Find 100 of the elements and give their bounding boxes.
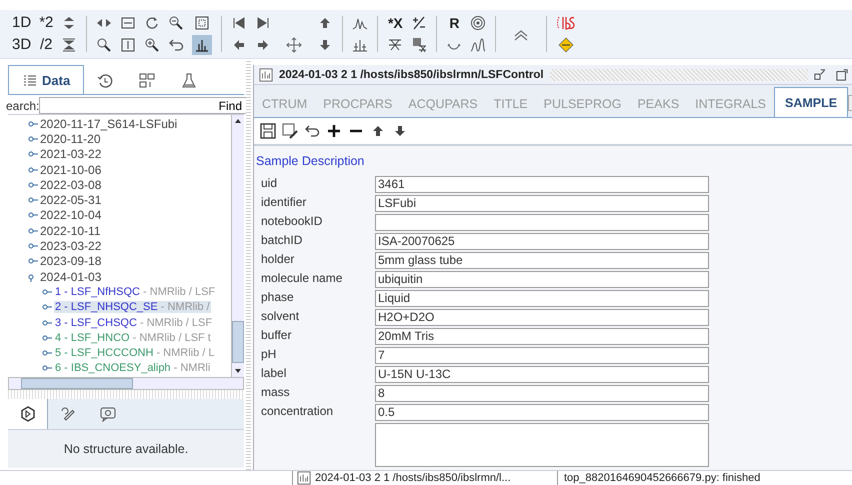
tree-item[interactable]: 2024-01-03 xyxy=(40,270,102,284)
panel-tab[interactable]: Data xyxy=(8,65,84,94)
undo-icon[interactable] xyxy=(168,37,184,53)
fit-width-icon[interactable] xyxy=(120,15,136,31)
collapsed-node-icon[interactable] xyxy=(28,149,38,160)
tree-item[interactable]: 2 - LSF_NHSQC_SE - NMRlib / xyxy=(54,301,211,314)
logo-icon xyxy=(556,15,576,31)
spectrum-icon[interactable] xyxy=(192,35,212,55)
input-field[interactable]: U-15N U-13C xyxy=(375,366,709,383)
plus-minus-icon[interactable] xyxy=(411,15,428,31)
fit-all-icon[interactable] xyxy=(194,15,210,31)
leaf-node-icon xyxy=(42,318,52,328)
tree-item[interactable]: 2020-11-20 xyxy=(40,132,100,146)
strike-icon[interactable] xyxy=(387,37,404,53)
save-edit-icon[interactable] xyxy=(282,123,298,139)
input-field[interactable]: H2O+D2O xyxy=(375,309,709,326)
peaks-icon[interactable] xyxy=(470,37,486,53)
input-field[interactable]: LSFubi xyxy=(375,195,709,212)
undo-icon[interactable] xyxy=(304,123,320,139)
leaf-node-icon xyxy=(42,363,52,374)
input-field[interactable]: 0.5 xyxy=(375,404,709,421)
flask-icon xyxy=(181,73,198,89)
collapsed-node-icon[interactable] xyxy=(28,134,38,144)
input-field[interactable]: 5mm glass tube xyxy=(375,252,709,269)
save-strike-icon[interactable] xyxy=(411,37,428,53)
tree-item[interactable]: 2021-03-22 xyxy=(40,147,102,162)
text-area[interactable] xyxy=(375,423,709,467)
tree-item[interactable]: 3 - LSF_CHSQC - NMRlib / LSF xyxy=(54,316,214,328)
history-bubble-icon xyxy=(100,406,116,422)
leaf-node-icon xyxy=(42,348,52,358)
toolbar-button[interactable]: /2 xyxy=(40,36,53,54)
warning-sign-icon[interactable] xyxy=(558,37,574,53)
field-label: identifier xyxy=(261,194,308,211)
scrollbar-thumb[interactable] xyxy=(232,321,244,363)
empty-message: No structure available. xyxy=(8,430,244,468)
collapsed-node-icon[interactable] xyxy=(28,195,38,206)
refresh-icon[interactable] xyxy=(144,15,160,31)
collapsed-node-icon[interactable] xyxy=(28,210,38,220)
collapsed-node-icon[interactable] xyxy=(28,226,38,236)
field-label: uid xyxy=(261,175,278,192)
collapsed-node-icon[interactable] xyxy=(28,164,38,175)
history-icon xyxy=(97,73,114,89)
save-icon[interactable] xyxy=(260,123,276,139)
scrollbar-thumb[interactable] xyxy=(21,378,133,389)
find-button[interactable]: Find xyxy=(216,98,244,112)
field-label: notebookID xyxy=(261,213,324,230)
tree-item[interactable]: 2021-10-06 xyxy=(40,162,102,177)
input-field[interactable]: 3461 xyxy=(375,176,709,193)
add-icon[interactable] xyxy=(326,123,342,139)
input-field[interactable]: Liquid xyxy=(375,290,709,307)
fit-height-icon[interactable] xyxy=(120,37,136,53)
field-label: phase xyxy=(261,289,295,306)
section-title: Sample Description xyxy=(256,154,366,168)
tree-item[interactable]: 2022-10-11 xyxy=(40,224,100,238)
toolbar-button[interactable]: 3D xyxy=(12,36,32,54)
target-icon[interactable] xyxy=(470,15,486,31)
input-field[interactable]: 20mM Tris xyxy=(375,328,709,345)
peak-pick-icon[interactable] xyxy=(352,37,368,53)
input-field[interactable]: 8 xyxy=(375,385,709,402)
tree-item[interactable]: 2022-05-31 xyxy=(40,193,102,208)
field-label: label xyxy=(261,365,288,382)
search-field[interactable] xyxy=(39,97,249,114)
input-field[interactable]: 7 xyxy=(375,347,709,364)
tree-item[interactable]: 2023-09-18 xyxy=(40,254,102,268)
tree-item[interactable]: 2023-03-22 xyxy=(40,239,102,254)
search-label: earch: xyxy=(6,98,40,112)
maximize-icon[interactable] xyxy=(836,68,848,80)
field-label: holder xyxy=(261,251,296,268)
tree-item[interactable]: 2022-10-04 xyxy=(40,208,102,222)
vertical-scrollbar[interactable] xyxy=(231,115,244,377)
zoom-out-icon[interactable] xyxy=(168,15,184,31)
input-field[interactable]: ISA-20070625 xyxy=(375,233,709,250)
collapsed-node-icon[interactable] xyxy=(28,180,38,190)
collapsed-node-icon[interactable] xyxy=(28,118,38,129)
field-label: solvent xyxy=(261,308,300,325)
tree-item[interactable]: 2020-11-17_S614-LSFubi xyxy=(40,116,178,131)
toolbar-button[interactable]: R xyxy=(449,14,460,32)
zoom-in-icon[interactable] xyxy=(144,37,160,53)
toolbar-button[interactable]: *X xyxy=(388,14,403,32)
last-icon[interactable] xyxy=(255,15,272,31)
leaf-node-icon xyxy=(42,332,52,343)
toolbar-button[interactable]: 1D xyxy=(12,14,32,32)
horizontal-scrollbar[interactable] xyxy=(8,377,244,390)
collapsed-node-icon[interactable] xyxy=(28,256,38,266)
first-icon[interactable] xyxy=(231,15,248,31)
window-title: 2024-01-03 2 1 /hosts/ibs850/ibslrmn/LSFControl xyxy=(279,68,544,80)
input-field[interactable] xyxy=(375,214,709,231)
tab[interactable]: SAMPLE xyxy=(774,87,848,117)
collapsed-node-icon[interactable] xyxy=(28,241,38,252)
minimize-icon[interactable] xyxy=(814,68,826,80)
field-label: batchID xyxy=(261,232,304,249)
move-icon[interactable] xyxy=(286,37,302,53)
compress-icon[interactable] xyxy=(61,37,78,53)
input-field[interactable]: ubiquitin xyxy=(375,271,709,288)
pen-icon xyxy=(60,406,76,422)
tree-item[interactable]: 2022-03-08 xyxy=(40,178,102,192)
tree-item[interactable]: 1 - LSF_NfHSQC - NMRlib / LSF xyxy=(54,286,216,298)
toolbar-button[interactable]: *2 xyxy=(39,14,54,32)
zoom-icon[interactable] xyxy=(96,37,112,53)
layout-icon xyxy=(139,73,156,89)
